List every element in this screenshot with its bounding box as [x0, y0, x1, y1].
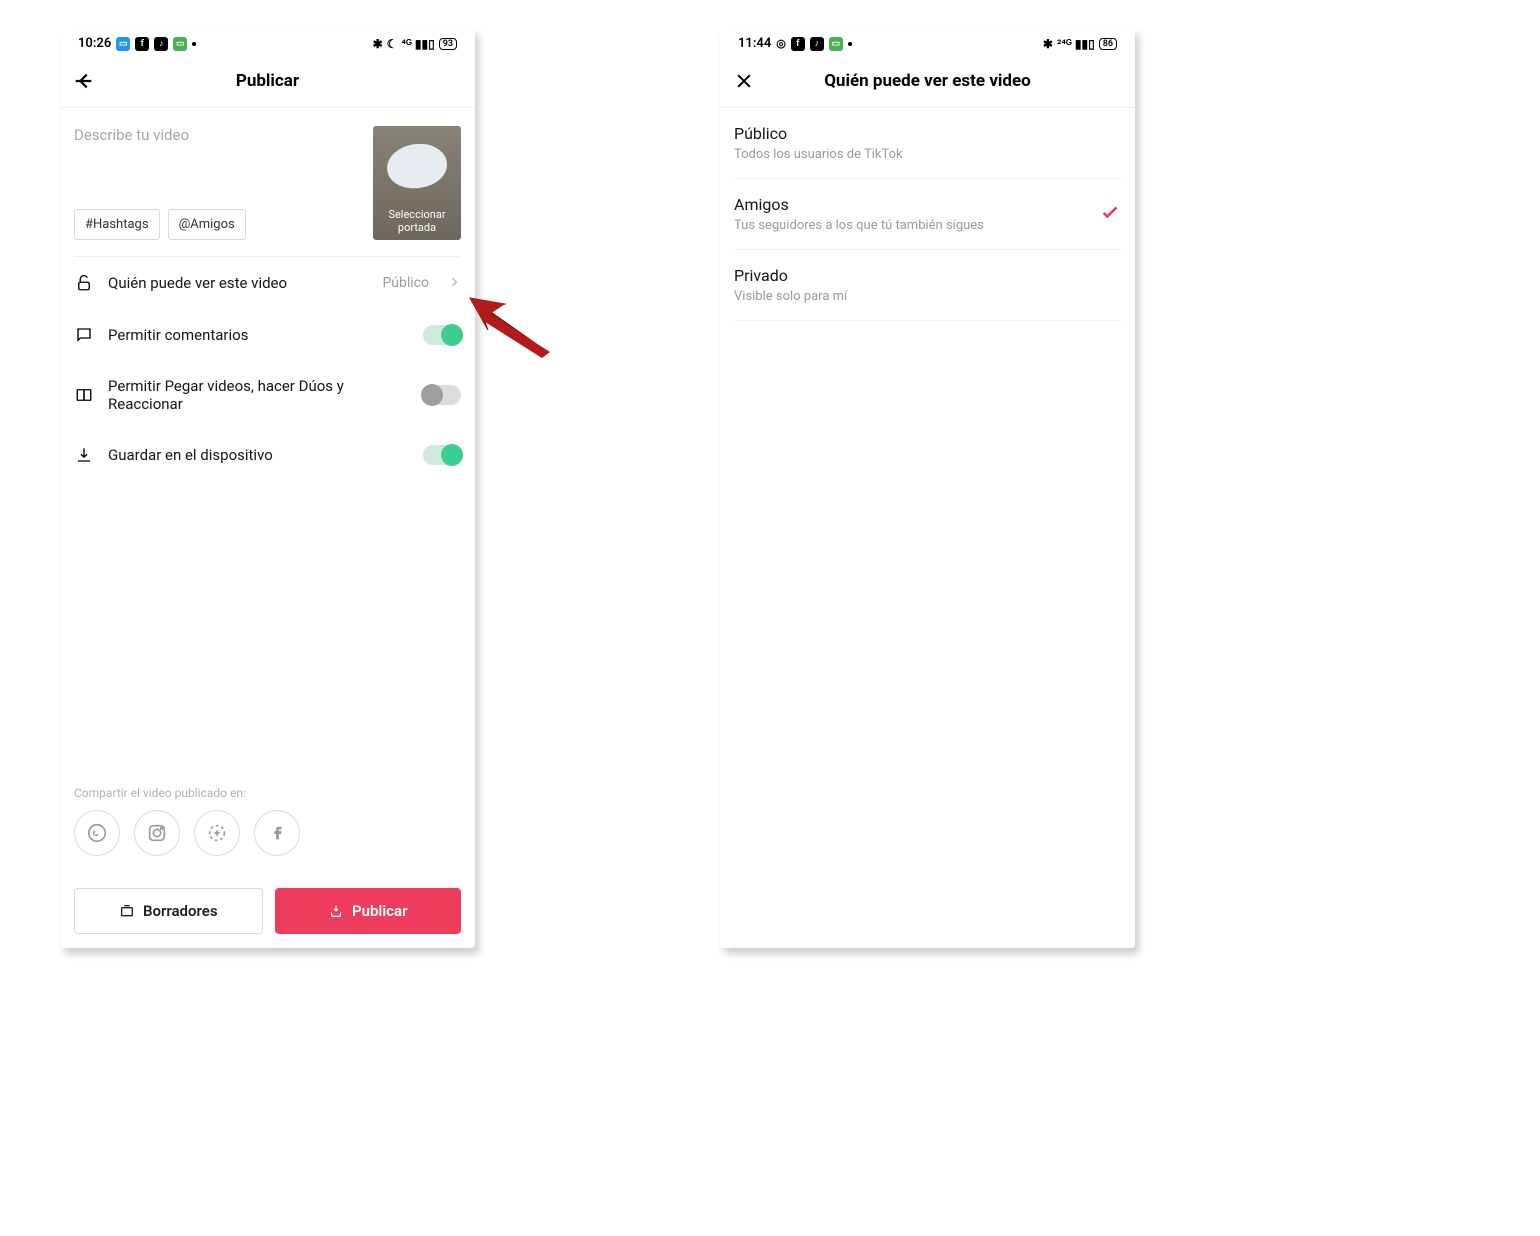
battery-icon: 93 [439, 38, 457, 50]
navbar: Quién puede ver este video [720, 55, 1135, 108]
duet-icon [74, 385, 94, 405]
stitch-label: Permitir Pegar videos, hacer Dúos y Reac… [108, 377, 409, 413]
whatsapp-icon[interactable] [74, 810, 120, 856]
status-app2-icon: ▭ [829, 37, 843, 51]
download-icon [74, 445, 94, 465]
statusbar: 10:26 ▭ f ♪ ▭ ✱ ☾ ⁴ᴳ ▮▮▯ 93 [60, 28, 475, 55]
check-icon [1099, 201, 1121, 227]
visibility-value: Público [382, 275, 429, 291]
option-title: Privado [734, 266, 1121, 285]
save-label: Guardar en el dispositivo [108, 446, 409, 464]
status-time: 10:26 [78, 36, 111, 51]
signal-icon: ²⁴ᴳ ▮▮▯ [1057, 37, 1095, 51]
status-dot-icon [848, 42, 852, 46]
option-public[interactable]: Público Todos los usuarios de TikTok [734, 108, 1121, 179]
publish-button[interactable]: Publicar [275, 888, 462, 934]
bluetooth-icon: ✱ [1043, 37, 1053, 51]
dnd-icon: ☾ [387, 37, 398, 51]
option-friends[interactable]: Amigos Tus seguidores a los que tú tambi… [734, 179, 1121, 250]
hashtags-chip[interactable]: #Hashtags [74, 209, 160, 240]
annotation-arrow [460, 280, 560, 370]
whatsapp-status-icon: ◎ [776, 37, 786, 50]
share-section: Compartir el video publicado en: [74, 786, 461, 856]
visibility-label: Quién puede ver este video [108, 274, 368, 292]
visibility-row[interactable]: Quién puede ver este video Público [60, 257, 475, 309]
option-subtitle: Visible solo para mí [734, 289, 1121, 304]
tiktok-icon: ♪ [154, 37, 168, 51]
bluetooth-icon: ✱ [373, 37, 383, 51]
instagram-icon[interactable] [134, 810, 180, 856]
publish-label: Publicar [352, 902, 408, 920]
friends-chip[interactable]: @Amigos [168, 209, 246, 240]
facebook-icon: f [791, 37, 805, 51]
status-dot-icon [192, 42, 196, 46]
back-icon[interactable] [72, 69, 96, 93]
chevron-right-icon [447, 274, 461, 293]
video-thumbnail[interactable]: Seleccionar portada [373, 126, 461, 240]
comment-icon [74, 325, 94, 345]
comments-toggle[interactable] [423, 325, 461, 345]
comments-label: Permitir comentarios [108, 326, 409, 344]
close-icon[interactable] [732, 69, 756, 93]
option-title: Amigos [734, 195, 1099, 214]
status-app-icon: ▭ [116, 37, 130, 51]
select-cover-label: Seleccionar portada [373, 208, 461, 234]
facebook-share-icon[interactable] [254, 810, 300, 856]
status-app2-icon: ▭ [173, 37, 187, 51]
option-subtitle: Todos los usuarios de TikTok [734, 147, 1121, 162]
facebook-icon: f [135, 37, 149, 51]
share-label: Compartir el video publicado en: [74, 786, 461, 800]
compose-area: Describe tu video #Hashtags @Amigos Sele… [60, 108, 475, 250]
visibility-options: Público Todos los usuarios de TikTok Ami… [720, 108, 1135, 321]
phone-publish-screen: 10:26 ▭ f ♪ ▭ ✱ ☾ ⁴ᴳ ▮▮▯ 93 Publicar Des… [60, 28, 475, 948]
save-row: Guardar en el dispositivo [60, 429, 475, 481]
navbar: Publicar [60, 55, 475, 108]
statusbar: 11:44 ◎ f ♪ ▭ ✱ ²⁴ᴳ ▮▮▯ 86 [720, 28, 1135, 55]
status-share-icon[interactable] [194, 810, 240, 856]
phone-visibility-screen: 11:44 ◎ f ♪ ▭ ✱ ²⁴ᴳ ▮▮▯ 86 Quién puede v… [720, 28, 1135, 948]
drafts-label: Borradores [143, 902, 218, 920]
stitch-row: Permitir Pegar videos, hacer Dúos y Reac… [60, 361, 475, 429]
option-private[interactable]: Privado Visible solo para mí [734, 250, 1121, 321]
save-toggle[interactable] [423, 445, 461, 465]
description-input[interactable]: Describe tu video [74, 126, 363, 144]
button-row: Borradores Publicar [74, 888, 461, 934]
signal-icon: ⁴ᴳ ▮▮▯ [401, 37, 434, 51]
comments-row: Permitir comentarios [60, 309, 475, 361]
page-title: Publicar [60, 71, 475, 91]
tiktok-icon: ♪ [810, 37, 824, 51]
stitch-toggle[interactable] [423, 385, 461, 405]
battery-icon: 86 [1099, 38, 1117, 50]
option-subtitle: Tus seguidores a los que tú también sigu… [734, 218, 1099, 233]
drafts-button[interactable]: Borradores [74, 888, 263, 934]
unlock-icon [74, 273, 94, 293]
status-time: 11:44 [738, 36, 771, 51]
page-title: Quién puede ver este video [720, 71, 1135, 91]
option-title: Público [734, 124, 1121, 143]
